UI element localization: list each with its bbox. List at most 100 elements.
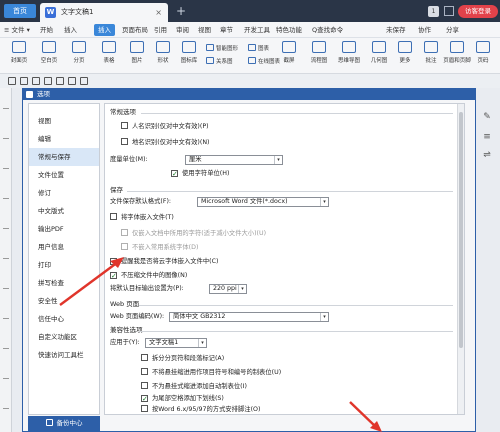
checkbox[interactable] xyxy=(141,405,148,412)
embed-fonts[interactable]: 将字体嵌入文件(T) xyxy=(110,212,174,223)
ribbon-blank-page[interactable]: 空白页 xyxy=(32,40,66,70)
compat-option[interactable]: 不将悬挂缩进用作项目符号和编号的制表位(U) xyxy=(141,367,281,378)
settings-icon[interactable]: ⇌ xyxy=(482,150,492,160)
new-doc-icon[interactable] xyxy=(8,77,16,85)
document-tab[interactable]: W 文字文稿1 × xyxy=(40,3,168,22)
content-scrollbar[interactable] xyxy=(457,104,464,414)
align-icon[interactable]: ≡ xyxy=(482,132,492,142)
checkbox[interactable] xyxy=(121,138,128,145)
nav-custom-ribbon[interactable]: 自定义功能区 xyxy=(29,328,99,346)
close-tab-icon[interactable]: × xyxy=(155,7,162,18)
menu-dev-tools[interactable]: 开发工具 xyxy=(244,24,270,36)
checkbox[interactable]: ✓ xyxy=(110,272,117,280)
menu-insert[interactable]: 插入 xyxy=(64,24,77,36)
options-content: 常规选项 人名识别(仅对中文有效)(P) 地名识别(仅对中文有效)(N) 度量单… xyxy=(104,103,465,415)
menu-file[interactable]: ≡ 文件 ▾ xyxy=(4,24,30,36)
section-divider xyxy=(127,191,453,192)
menu-page-layout[interactable]: 页面布局 xyxy=(122,24,148,36)
ribbon-mind-map[interactable]: 思维导图 xyxy=(332,40,366,70)
window-count-badge[interactable]: 1 xyxy=(428,6,439,17)
undo-icon[interactable] xyxy=(68,77,76,85)
checkbox[interactable] xyxy=(121,122,128,129)
menu-view[interactable]: 视图 xyxy=(198,24,211,36)
ribbon-chart[interactable]: 图表 xyxy=(248,44,269,54)
compat-option[interactable]: 不为悬挂式缩进添加自动制表位(I) xyxy=(141,381,247,392)
print-icon[interactable] xyxy=(44,77,52,85)
compat-option[interactable]: 拆分分页符和段落标记(A) xyxy=(141,353,224,364)
ribbon-icon-library[interactable]: 图标库 xyxy=(172,40,206,70)
backup-icon xyxy=(45,419,53,426)
preview-icon[interactable] xyxy=(56,77,64,85)
save-format-value: Microsoft Word 文件(*.docx) xyxy=(201,198,288,205)
checkbox[interactable] xyxy=(121,229,128,236)
share-button[interactable]: 分享 xyxy=(446,24,459,36)
option-label: 不为悬挂式缩进添加自动制表位(I) xyxy=(152,383,247,390)
nav-edit[interactable]: 编辑 xyxy=(29,130,99,148)
compat-option[interactable]: 按Word 6.x/95/97的方式安排脚注(O) xyxy=(141,404,260,414)
scrollbar-thumb[interactable] xyxy=(459,112,463,348)
nav-file-location[interactable]: 文件位置 xyxy=(29,166,99,184)
checkbox[interactable]: ✓ xyxy=(110,258,117,266)
menu-insert-active[interactable]: 插入 xyxy=(94,24,115,36)
nav-user-info[interactable]: 用户信息 xyxy=(29,238,99,256)
layout-grid-icon[interactable] xyxy=(444,6,454,16)
web-encoding-select[interactable]: 简体中文 GB2312 ▾ xyxy=(169,312,329,322)
nav-print[interactable]: 打印 xyxy=(29,256,99,274)
person-name-recognition[interactable]: 人名识别(仅对中文有效)(P) xyxy=(121,121,209,132)
checkbox[interactable] xyxy=(141,382,148,389)
open-icon[interactable] xyxy=(20,77,28,85)
menu-features[interactable]: 特色功能 xyxy=(276,24,302,36)
save-icon[interactable] xyxy=(32,77,40,85)
resolution-select[interactable]: 220 ppi ▾ xyxy=(209,284,247,294)
nav-chinese-layout[interactable]: 中文版式 xyxy=(29,202,99,220)
nav-trust-center[interactable]: 信任中心 xyxy=(29,310,99,328)
collaborate-button[interactable]: 协作 xyxy=(418,24,431,36)
no-compress-images[interactable]: ✓ 不压缩文件中的图像(N) xyxy=(110,270,187,281)
nav-general-save[interactable]: 常规与保存 xyxy=(29,148,99,166)
nav-spell-check[interactable]: 拼写检查 xyxy=(29,274,99,292)
home-tab[interactable]: 首页 xyxy=(4,4,36,18)
menu-home[interactable]: 开始 xyxy=(40,24,53,36)
nav-security[interactable]: 安全性 xyxy=(29,292,99,310)
checkbox[interactable]: ✓ xyxy=(141,395,148,403)
ribbon-page-break[interactable]: 分页 xyxy=(62,40,96,70)
unsaved-status[interactable]: 未保存 xyxy=(386,24,406,36)
ribbon-screenshot[interactable]: 截屏 xyxy=(272,40,306,70)
visitor-login-button[interactable]: 访客登录 xyxy=(458,5,498,18)
no-common-fonts[interactable]: 不嵌入常用系统字体(D) xyxy=(121,242,198,253)
ruler-tick xyxy=(3,108,9,109)
use-char-unit[interactable]: ✓ 使用字符单位(H) xyxy=(171,168,229,179)
checkbox[interactable] xyxy=(141,354,148,361)
remind-cloud-fonts[interactable]: ✓ 提醒我是否将云字体嵌入文件中(C) xyxy=(110,256,218,267)
checkbox[interactable] xyxy=(110,213,117,220)
redo-icon[interactable] xyxy=(80,77,88,85)
relation-graph-icon xyxy=(206,57,214,64)
ribbon-smart-graphic[interactable]: 智能图形 xyxy=(206,44,238,54)
ribbon-page-number[interactable]: 页码 xyxy=(468,40,498,70)
new-tab-button[interactable]: + xyxy=(174,4,188,18)
backup-center-button[interactable]: 备份中心 xyxy=(28,416,100,431)
unit-select[interactable]: 厘米 ▾ xyxy=(185,155,283,165)
ribbon-label: 思维导图 xyxy=(337,58,360,64)
compat-option[interactable]: ✓ 为尾部空格添加下划线(S) xyxy=(141,393,224,404)
nav-quick-access[interactable]: 快速访问工具栏 xyxy=(29,346,99,364)
unit-value: 厘米 xyxy=(189,156,202,163)
checkbox[interactable] xyxy=(121,243,128,250)
save-format-select[interactable]: Microsoft Word 文件(*.docx) ▾ xyxy=(197,197,329,207)
nav-revision[interactable]: 修订 xyxy=(29,184,99,202)
place-name-recognition[interactable]: 地名识别(仅对中文有效)(N) xyxy=(121,137,210,148)
checkbox[interactable] xyxy=(141,368,148,375)
menu-references[interactable]: 引用 xyxy=(154,24,167,36)
nav-output-pdf[interactable]: 输出PDF xyxy=(29,220,99,238)
checkbox[interactable]: ✓ xyxy=(171,170,178,178)
command-search[interactable]: Q查找命令 xyxy=(312,24,343,36)
apply-to-select[interactable]: 文字文稿1 ▾ xyxy=(145,338,207,348)
menu-review[interactable]: 审阅 xyxy=(176,24,189,36)
ribbon-relation-graph[interactable]: 关系图 xyxy=(206,57,233,67)
nav-view[interactable]: 视图 xyxy=(29,112,99,130)
embed-used-chars[interactable]: 仅嵌入文档中所用的字符(适于减小文件大小)(U) xyxy=(121,228,266,239)
ribbon-flowchart[interactable]: 流程图 xyxy=(302,40,336,70)
menu-chapter[interactable]: 章节 xyxy=(220,24,233,36)
pen-icon[interactable]: ✎ xyxy=(482,112,492,122)
ribbon-cover-page[interactable]: 封面页 xyxy=(2,40,36,70)
